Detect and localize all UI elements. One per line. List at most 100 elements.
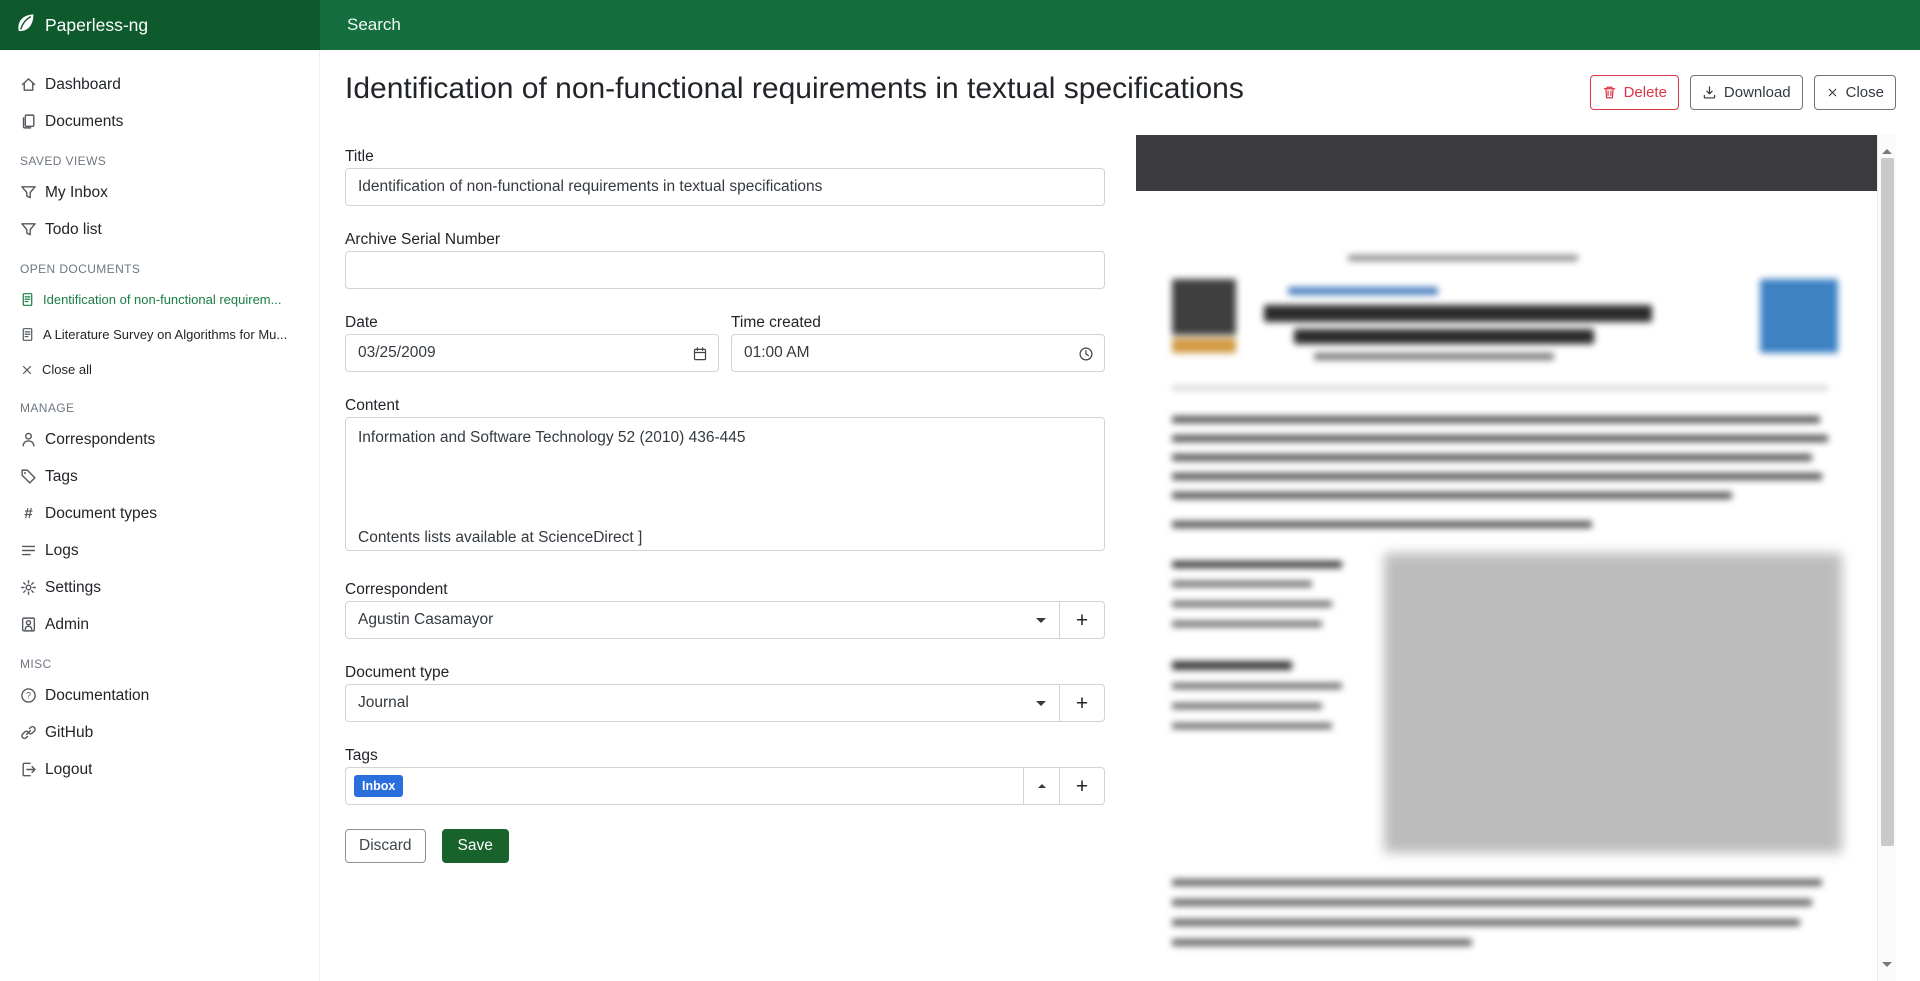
sidebar-item-logout[interactable]: Logout bbox=[0, 751, 319, 788]
discard-button[interactable]: Discard bbox=[345, 829, 426, 863]
download-button[interactable]: Download bbox=[1690, 75, 1803, 110]
tags-input[interactable]: Inbox bbox=[345, 767, 1024, 805]
brand[interactable]: Paperless-ng bbox=[0, 0, 320, 50]
caret-up-icon bbox=[1038, 780, 1046, 788]
sidebar: Dashboard Documents SAVED VIEWS My Inbox… bbox=[0, 50, 320, 981]
file-text-icon bbox=[20, 292, 35, 307]
x-icon bbox=[20, 363, 34, 377]
funnel-icon bbox=[20, 184, 37, 201]
correspondent-label: Correspondent bbox=[345, 580, 1105, 599]
pdf-viewer-toolbar bbox=[1136, 135, 1877, 191]
section-misc: MISC bbox=[0, 657, 319, 671]
close-all-label: Close all bbox=[42, 362, 92, 377]
sidebar-item-logs[interactable]: Logs bbox=[0, 532, 319, 569]
open-document-2[interactable]: A Literature Survey on Algorithms for Mu… bbox=[0, 317, 319, 352]
pdf-scrollbar-thumb[interactable] bbox=[1881, 158, 1894, 846]
date-label: Date bbox=[345, 313, 719, 332]
funnel-icon bbox=[20, 221, 37, 238]
add-correspondent-button[interactable]: + bbox=[1059, 601, 1105, 639]
chevron-down-icon bbox=[1036, 618, 1046, 628]
sidebar-item-admin[interactable]: Admin bbox=[0, 606, 319, 643]
sidebar-item-my-inbox[interactable]: My Inbox bbox=[0, 174, 319, 211]
delete-button[interactable]: Delete bbox=[1590, 75, 1679, 110]
document-preview[interactable] bbox=[1136, 135, 1896, 981]
sidebar-item-github[interactable]: GitHub bbox=[0, 714, 319, 751]
sidebar-item-documents[interactable]: Documents bbox=[0, 103, 319, 140]
plus-icon: + bbox=[1076, 693, 1088, 714]
sidebar-item-label: Documents bbox=[45, 113, 123, 131]
sidebar-item-label: Documentation bbox=[45, 687, 149, 705]
sidebar-item-label: Tags bbox=[45, 468, 78, 486]
add-document-type-button[interactable]: + bbox=[1059, 684, 1105, 722]
search-input[interactable] bbox=[347, 15, 1047, 35]
brand-name: Paperless-ng bbox=[45, 15, 148, 36]
page-title: Identification of non-functional require… bbox=[345, 68, 1244, 110]
sidebar-item-correspondents[interactable]: Correspondents bbox=[0, 421, 319, 458]
sidebar-item-label: Dashboard bbox=[45, 76, 121, 94]
download-icon bbox=[1702, 85, 1717, 100]
page-actions: Delete Download Close bbox=[1590, 75, 1896, 110]
sidebar-item-label: My Inbox bbox=[45, 184, 108, 202]
add-tag-button[interactable]: + bbox=[1059, 767, 1105, 805]
gear-icon bbox=[20, 579, 37, 596]
sidebar-item-dashboard[interactable]: Dashboard bbox=[0, 66, 319, 103]
sidebar-item-label: Logout bbox=[45, 761, 92, 779]
pdf-page bbox=[1136, 191, 1877, 981]
section-open-documents: OPEN DOCUMENTS bbox=[0, 262, 319, 276]
content-textarea[interactable]: Information and Software Technology 52 (… bbox=[345, 417, 1105, 551]
person-icon bbox=[20, 431, 37, 448]
file-text-icon bbox=[20, 327, 35, 342]
document-edit-form: Title Archive Serial Number Date Time cr… bbox=[345, 135, 1105, 981]
date-input[interactable] bbox=[345, 334, 719, 372]
download-label: Download bbox=[1724, 84, 1791, 101]
tags-dropdown-button[interactable] bbox=[1023, 767, 1060, 805]
save-button[interactable]: Save bbox=[442, 829, 509, 863]
house-icon bbox=[20, 76, 37, 93]
open-document-title: A Literature Survey on Algorithms for Mu… bbox=[43, 327, 287, 342]
sidebar-item-tags[interactable]: Tags bbox=[0, 458, 319, 495]
title-input[interactable] bbox=[345, 168, 1105, 206]
svg-text:?: ? bbox=[26, 691, 31, 701]
content-label: Content bbox=[345, 396, 1105, 415]
sidebar-item-document-types[interactable]: # Document types bbox=[0, 495, 319, 532]
close-button[interactable]: Close bbox=[1814, 75, 1896, 110]
link-icon bbox=[20, 724, 37, 741]
sidebar-item-documentation[interactable]: ? Documentation bbox=[0, 677, 319, 714]
trash-icon bbox=[1602, 85, 1617, 100]
app-header: Paperless-ng bbox=[0, 0, 1920, 50]
sidebar-item-label: Logs bbox=[45, 542, 79, 560]
plus-icon: + bbox=[1076, 776, 1088, 797]
tags-label: Tags bbox=[345, 746, 1105, 765]
correspondent-select[interactable]: Agustin Casamayor bbox=[345, 601, 1060, 639]
sidebar-item-label: Correspondents bbox=[45, 431, 155, 449]
time-created-label: Time created bbox=[731, 313, 1105, 332]
document-type-label: Document type bbox=[345, 663, 1105, 682]
top-search-bar bbox=[320, 0, 1920, 50]
sidebar-item-label: Document types bbox=[45, 505, 157, 523]
title-label: Title bbox=[345, 147, 1105, 166]
pdf-blurred-content bbox=[1136, 191, 1877, 981]
asn-label: Archive Serial Number bbox=[345, 230, 1105, 249]
sidebar-item-label: GitHub bbox=[45, 724, 93, 742]
person-badge-icon bbox=[20, 616, 37, 633]
document-type-select[interactable]: Journal bbox=[345, 684, 1060, 722]
scroll-up-arrow-icon[interactable] bbox=[1882, 144, 1892, 154]
tag-icon bbox=[20, 468, 37, 485]
close-all-documents[interactable]: Close all bbox=[0, 352, 319, 387]
open-document-1[interactable]: Identification of non-functional require… bbox=[0, 282, 319, 317]
plus-icon: + bbox=[1076, 610, 1088, 631]
tag-inbox: Inbox bbox=[354, 775, 403, 797]
scroll-down-arrow-icon[interactable] bbox=[1882, 962, 1892, 972]
sidebar-item-label: Admin bbox=[45, 616, 89, 634]
section-saved-views: SAVED VIEWS bbox=[0, 154, 319, 168]
pdf-scrollbar[interactable] bbox=[1877, 135, 1896, 981]
sidebar-item-settings[interactable]: Settings bbox=[0, 569, 319, 606]
close-icon bbox=[1826, 86, 1839, 99]
main-content: Identification of non-functional require… bbox=[320, 50, 1920, 981]
sidebar-item-todo-list[interactable]: Todo list bbox=[0, 211, 319, 248]
delete-label: Delete bbox=[1624, 84, 1667, 101]
asn-input[interactable] bbox=[345, 251, 1105, 289]
chevron-down-icon bbox=[1036, 701, 1046, 711]
time-created-input[interactable] bbox=[731, 334, 1105, 372]
leaf-logo-icon bbox=[15, 12, 36, 38]
